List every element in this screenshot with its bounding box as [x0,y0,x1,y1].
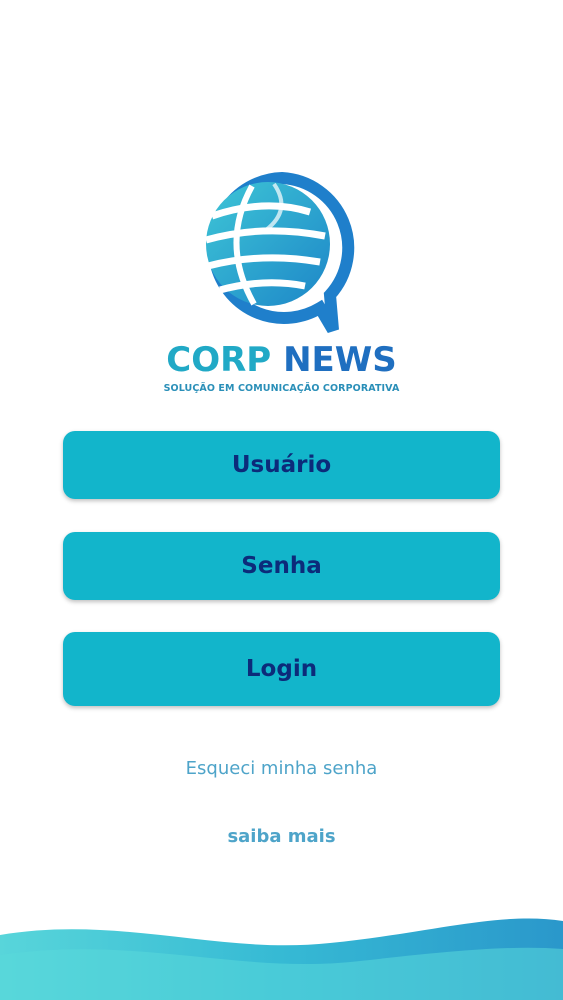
forgot-password-link[interactable]: Esqueci minha senha [0,758,563,779]
username-field-container [63,431,500,499]
username-input[interactable] [63,431,500,499]
password-input[interactable] [63,532,500,600]
bottom-wave-decoration [0,915,563,1000]
login-button[interactable]: Login [63,632,500,706]
brand-title-news: NEWS [283,340,397,380]
password-field-container [63,532,500,600]
brand-title-corp: CORP [166,340,272,380]
brand-tagline: SOLUÇÃO EM COMUNICAÇÃO CORPORATIVA [163,383,400,394]
brand-title: CORP NEWS [0,340,563,380]
learn-more-link[interactable]: saiba mais [0,826,563,847]
